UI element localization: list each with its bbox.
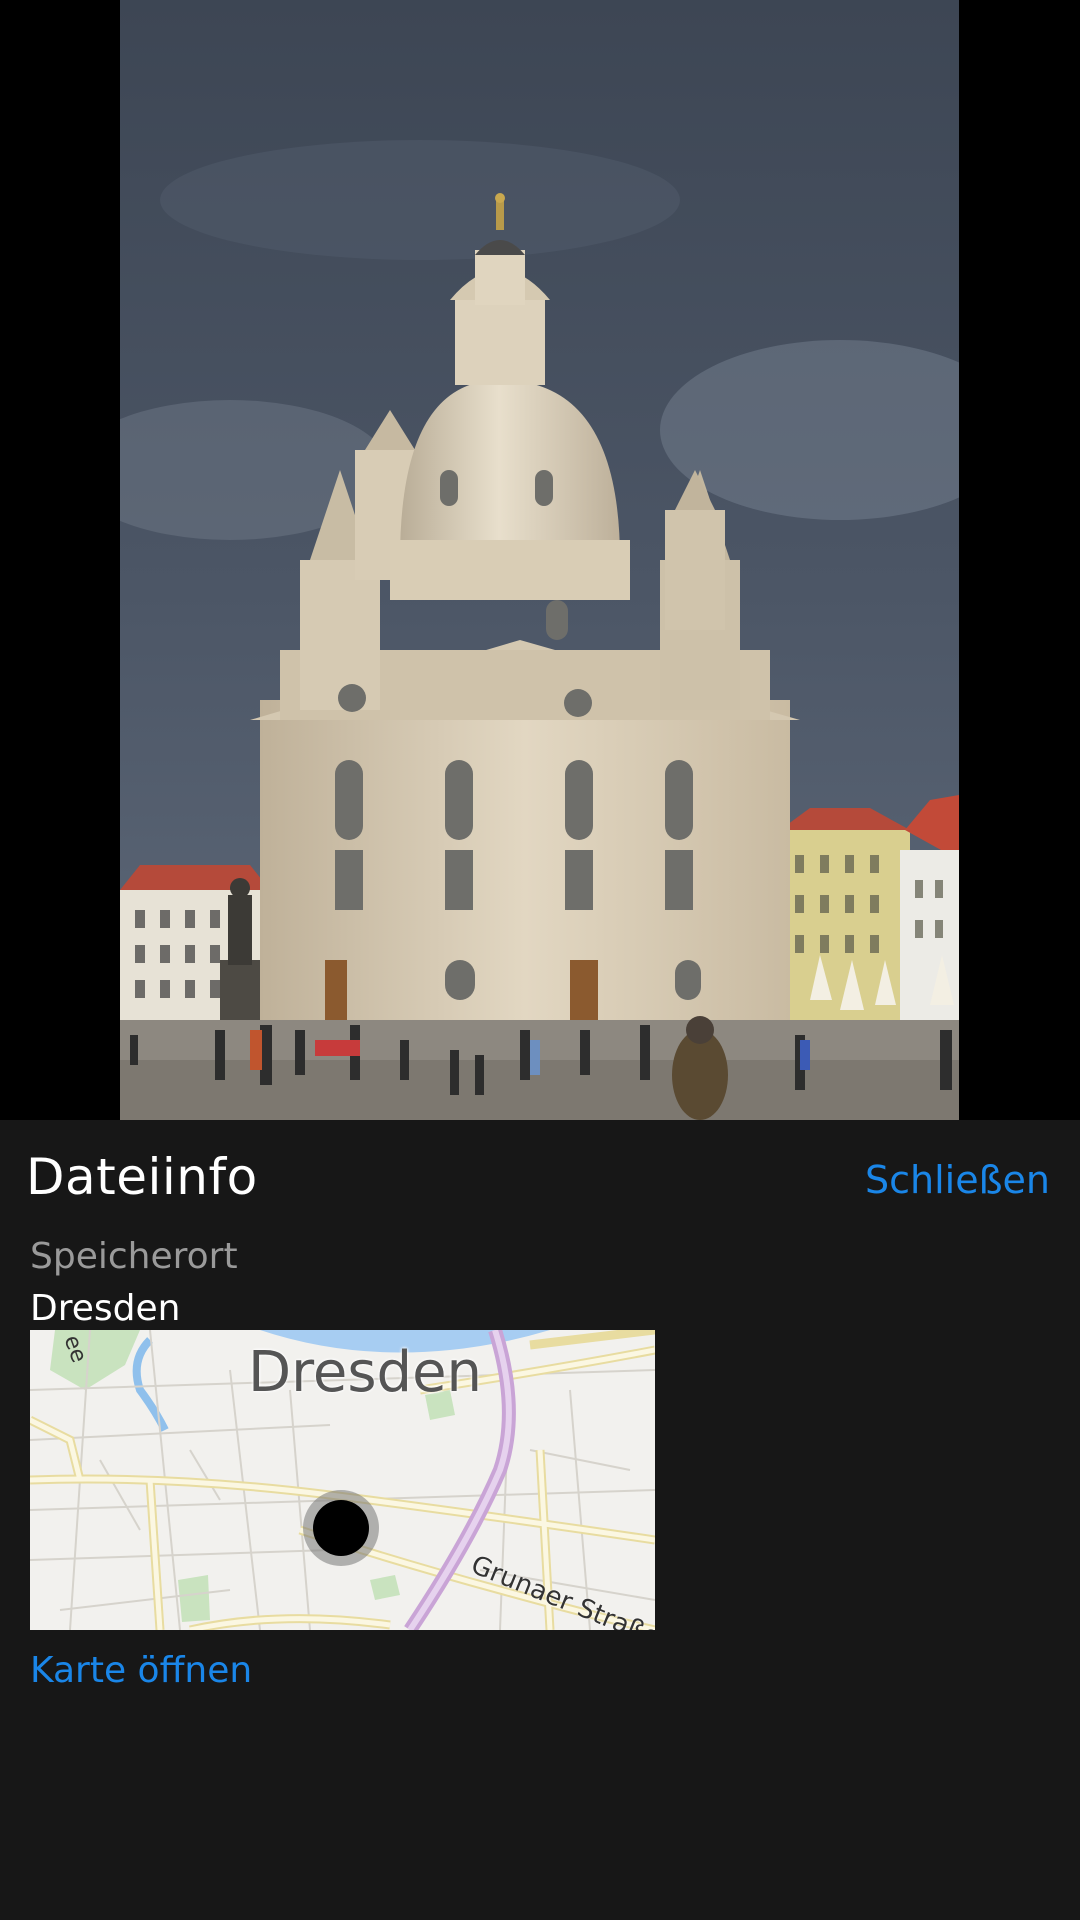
location-value: Dresden: [30, 1288, 181, 1329]
location-pin-icon: [303, 1490, 379, 1566]
church-photo: [120, 0, 959, 1120]
photo-viewer[interactable]: [0, 0, 1080, 1120]
file-info-panel: Dateiinfo Schließen Speicherort Dresden: [0, 1120, 1080, 1920]
location-pin-dot: [313, 1500, 369, 1556]
photo[interactable]: [120, 0, 959, 1120]
open-map-link[interactable]: Karte öffnen: [30, 1650, 252, 1691]
map-city-label: Dresden: [248, 1340, 483, 1405]
close-button[interactable]: Schließen: [865, 1158, 1050, 1202]
panel-title: Dateiinfo: [26, 1148, 258, 1206]
location-label: Speicherort: [30, 1236, 238, 1277]
location-map[interactable]: Dresden Grunaer Straße ee: [30, 1330, 655, 1630]
